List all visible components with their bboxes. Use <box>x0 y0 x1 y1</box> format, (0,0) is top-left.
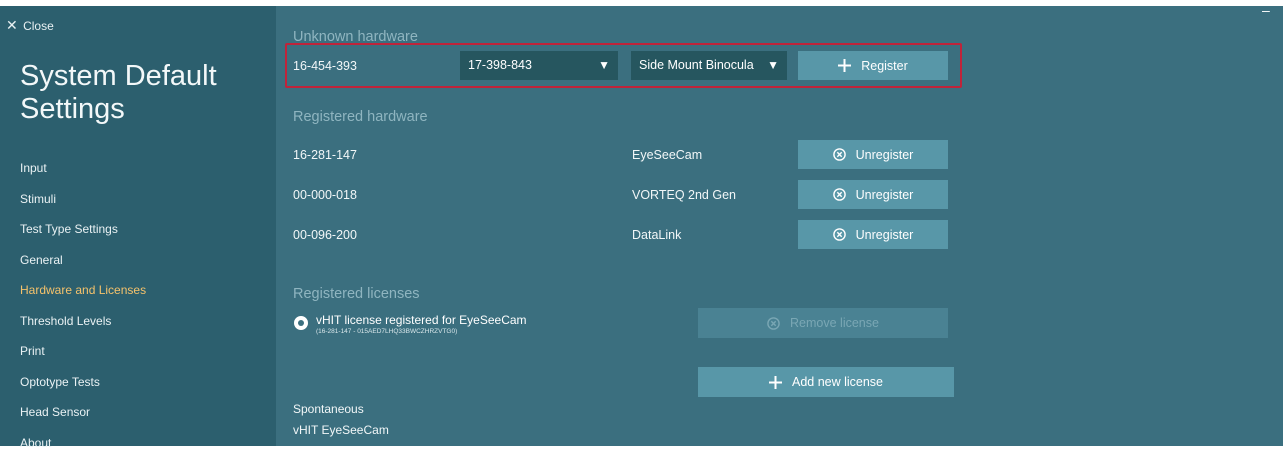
hardware-device: VORTEQ 2nd Gen <box>632 188 736 202</box>
hardware-serial: 00-000-018 <box>293 188 357 202</box>
window-edge <box>1283 0 1288 446</box>
sidebar-item-hardware-and-licenses[interactable]: Hardware and Licenses <box>20 283 260 314</box>
close-circle-icon <box>833 148 846 161</box>
add-license-button[interactable]: Add new license <box>698 367 954 397</box>
module-item: Spontaneous <box>293 402 364 416</box>
hardware-device: DataLink <box>632 228 681 242</box>
sidebar-item-threshold-levels[interactable]: Threshold Levels <box>20 314 260 345</box>
license-title: vHIT license registered for EyeSeeCam <box>316 313 527 327</box>
plus-icon <box>838 59 851 72</box>
register-button[interactable]: Register <box>798 51 948 80</box>
unregister-button[interactable]: Unregister <box>798 180 948 209</box>
add-license-label: Add new license <box>792 375 883 389</box>
chevron-down-icon: ▼ <box>598 51 610 80</box>
serial-dropdown-value: 17-398-843 <box>468 58 532 72</box>
device-dropdown-value: Side Mount Binocula <box>639 58 754 72</box>
page-title-line1: System Default <box>20 60 217 92</box>
sidebar-item-optotype-tests[interactable]: Optotype Tests <box>20 375 260 406</box>
sidebar-item-print[interactable]: Print <box>20 344 260 375</box>
close-circle-icon <box>833 228 846 241</box>
unregister-label: Unregister <box>856 228 914 242</box>
unregister-button[interactable]: Unregister <box>798 140 948 169</box>
unregister-label: Unregister <box>856 188 914 202</box>
device-dropdown[interactable]: Side Mount Binocula ▼ <box>631 51 787 80</box>
page-title: System Default Settings <box>20 60 217 126</box>
hardware-device: EyeSeeCam <box>632 148 702 162</box>
close-label: Close <box>23 19 54 33</box>
license-subtitle: (16-281-147 - 015AED7LHQ33BWCZHRZVTG0) <box>316 328 457 335</box>
license-radio[interactable] <box>294 316 308 330</box>
sidebar: ✕ Close System Default Settings Input St… <box>0 6 276 446</box>
hardware-serial: 00-096-200 <box>293 228 357 242</box>
close-circle-icon <box>767 317 780 330</box>
chevron-down-icon: ▼ <box>767 51 779 80</box>
app-window: ✕ Close System Default Settings Input St… <box>0 0 1288 446</box>
registered-licenses-heading: Registered licenses <box>293 286 420 302</box>
unknown-serial: 16-454-393 <box>293 59 357 73</box>
serial-dropdown[interactable]: 17-398-843 ▼ <box>460 51 618 80</box>
sidebar-item-input[interactable]: Input <box>20 161 260 192</box>
module-item: vHIT EyeSeeCam <box>293 423 389 437</box>
sidebar-item-test-type-settings[interactable]: Test Type Settings <box>20 222 260 253</box>
page-title-line2: Settings <box>20 93 125 125</box>
remove-license-button[interactable]: Remove license <box>698 308 948 338</box>
sidebar-nav: Input Stimuli Test Type Settings General… <box>20 161 260 466</box>
sidebar-item-stimuli[interactable]: Stimuli <box>20 192 260 223</box>
sidebar-item-general[interactable]: General <box>20 253 260 284</box>
registered-hardware-heading: Registered hardware <box>293 109 428 125</box>
close-icon: ✕ <box>6 17 18 33</box>
sidebar-item-head-sensor[interactable]: Head Sensor <box>20 405 260 436</box>
close-circle-icon <box>833 188 846 201</box>
sidebar-item-about[interactable]: About <box>20 436 260 466</box>
hardware-serial: 16-281-147 <box>293 148 357 162</box>
unregister-label: Unregister <box>856 148 914 162</box>
minimize-button[interactable]: – <box>1262 2 1270 18</box>
remove-license-label: Remove license <box>790 316 879 330</box>
register-label: Register <box>861 59 908 73</box>
unregister-button[interactable]: Unregister <box>798 220 948 249</box>
close-button[interactable]: ✕ Close <box>6 17 54 34</box>
plus-icon <box>769 376 782 389</box>
